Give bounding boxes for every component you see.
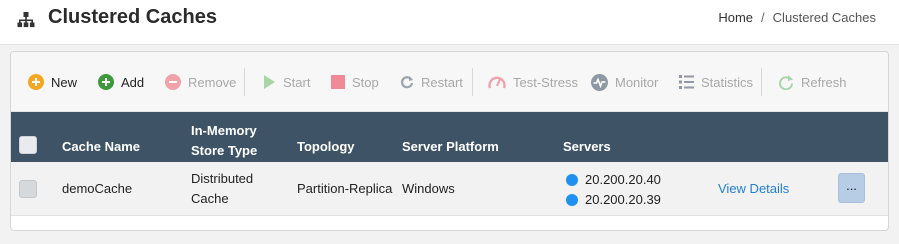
test-stress-label: Test-Stress bbox=[513, 74, 579, 90]
stop-button[interactable]: Stop bbox=[331, 72, 379, 92]
column-header-server-platform[interactable]: Server Platform bbox=[402, 139, 499, 154]
toolbar-divider bbox=[472, 68, 473, 96]
stop-label: Stop bbox=[352, 74, 379, 90]
more-actions-button[interactable]: ... bbox=[838, 173, 865, 203]
toolbar-divider bbox=[761, 68, 762, 96]
row-checkbox[interactable] bbox=[19, 180, 37, 198]
column-header-store-type-line2: Store Type bbox=[191, 143, 258, 158]
table-row[interactable]: demoCache Distributed Cache Partition-Re… bbox=[11, 162, 888, 216]
add-label: Add bbox=[121, 74, 145, 90]
breadcrumb: Home / Clustered Caches bbox=[718, 10, 876, 25]
new-label: New bbox=[51, 74, 78, 90]
server-entry: 20.200.20.40 bbox=[566, 172, 661, 187]
server-address: 20.200.20.39 bbox=[585, 192, 661, 207]
column-header-servers[interactable]: Servers bbox=[563, 139, 611, 154]
statistics-button[interactable]: Statistics bbox=[679, 72, 753, 92]
refresh-icon bbox=[779, 75, 793, 90]
new-button[interactable]: New bbox=[28, 72, 77, 92]
breadcrumb-current: Clustered Caches bbox=[772, 10, 876, 25]
server-address: 20.200.20.40 bbox=[585, 172, 661, 187]
store-type-line2: Cache bbox=[191, 191, 229, 206]
caches-panel: New Add Remove Start Stop Restart Test-S… bbox=[10, 51, 889, 231]
refresh-label: Refresh bbox=[801, 74, 847, 90]
add-button[interactable]: Add bbox=[98, 72, 144, 92]
topology-cell: Partition-Replica bbox=[297, 181, 393, 196]
column-header-cache-name[interactable]: Cache Name bbox=[62, 139, 140, 154]
monitor-label: Monitor bbox=[615, 74, 659, 90]
plus-circle-icon bbox=[28, 74, 44, 90]
store-type-line1: Distributed bbox=[191, 171, 254, 186]
plus-circle-icon bbox=[98, 74, 114, 90]
server-status-dot-icon bbox=[566, 193, 578, 206]
toolbar: New Add Remove Start Stop Restart Test-S… bbox=[11, 52, 888, 112]
column-header-store-type[interactable]: In-Memory Store Type bbox=[191, 121, 257, 161]
sitemap-icon bbox=[17, 12, 35, 28]
page-header: Clustered Caches Home / Clustered Caches bbox=[0, 0, 899, 45]
minus-circle-icon bbox=[165, 74, 181, 90]
test-stress-button[interactable]: Test-Stress bbox=[488, 72, 578, 92]
cache-name-cell: demoCache bbox=[62, 181, 133, 196]
server-entry: 20.200.20.39 bbox=[566, 192, 661, 207]
remove-button[interactable]: Remove bbox=[165, 72, 236, 92]
server-status-dot-icon bbox=[566, 173, 578, 186]
view-details-link[interactable]: View Details bbox=[718, 181, 789, 196]
page-title: Clustered Caches bbox=[48, 6, 217, 28]
restart-button[interactable]: Restart bbox=[400, 72, 463, 92]
remove-label: Remove bbox=[188, 74, 237, 90]
store-type-cell: Distributed Cache bbox=[191, 169, 253, 209]
start-button[interactable]: Start bbox=[262, 72, 310, 92]
start-label: Start bbox=[283, 74, 311, 90]
server-platform-cell: Windows bbox=[402, 181, 455, 196]
select-all-checkbox[interactable] bbox=[19, 136, 37, 154]
breadcrumb-home-link[interactable]: Home bbox=[718, 10, 753, 25]
stop-icon bbox=[331, 75, 345, 89]
monitor-button[interactable]: Monitor bbox=[591, 72, 658, 92]
breadcrumb-separator: / bbox=[761, 10, 765, 25]
list-icon bbox=[679, 75, 694, 89]
restart-icon bbox=[401, 76, 414, 89]
play-icon bbox=[264, 75, 275, 89]
column-header-topology[interactable]: Topology bbox=[297, 139, 355, 154]
pulse-icon bbox=[591, 73, 608, 91]
restart-label: Restart bbox=[421, 74, 463, 90]
toolbar-divider bbox=[244, 68, 245, 96]
table-header: Cache Name In-Memory Store Type Topology… bbox=[11, 112, 888, 162]
gauge-icon bbox=[488, 76, 506, 89]
refresh-button[interactable]: Refresh bbox=[778, 72, 847, 92]
column-header-store-type-line1: In-Memory bbox=[191, 123, 257, 138]
statistics-label: Statistics bbox=[701, 74, 754, 90]
